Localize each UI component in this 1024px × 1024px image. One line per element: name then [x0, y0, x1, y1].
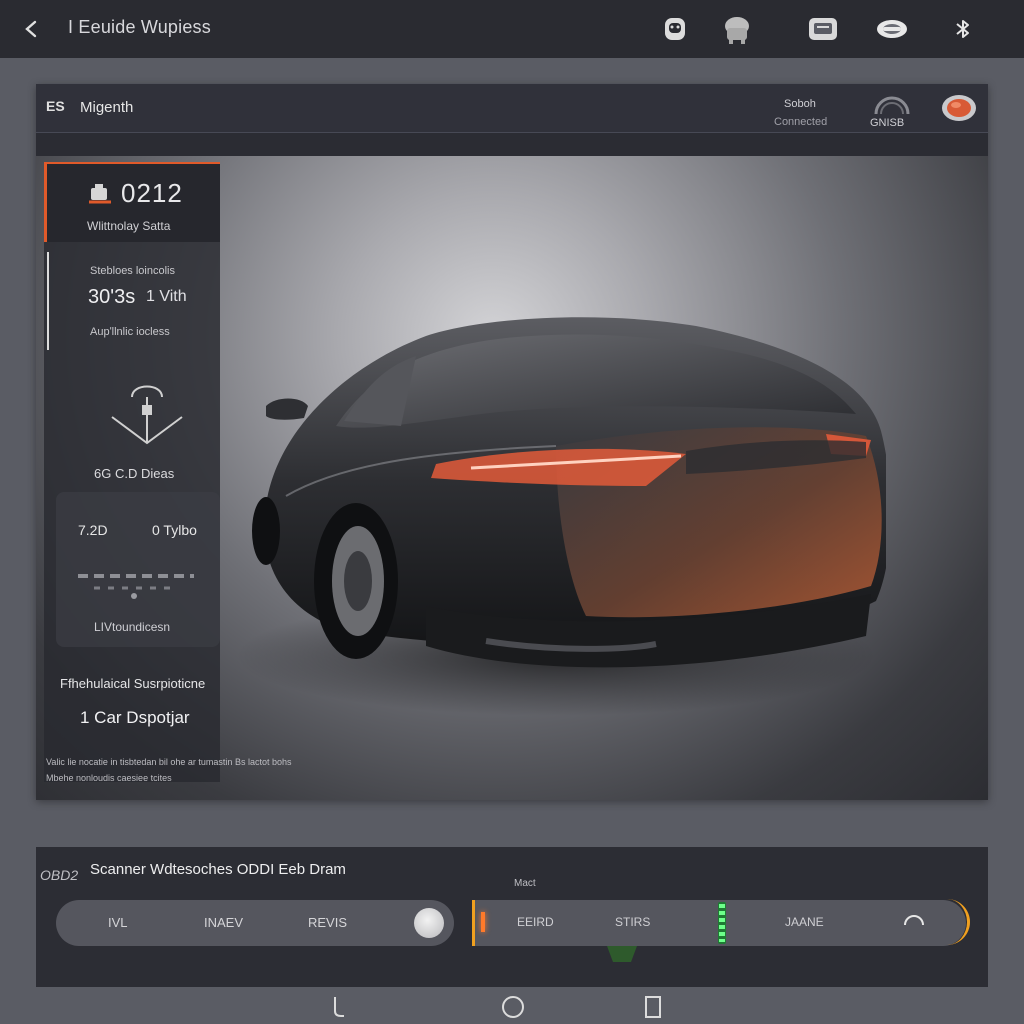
sensor-probe-icon [111, 385, 183, 445]
recents-icon [645, 996, 661, 1018]
connection-status-sub: Connected [774, 116, 828, 128]
gear-option[interactable]: REVIS [308, 915, 347, 930]
home-icon [502, 996, 524, 1018]
gear-selector-knob[interactable] [414, 908, 444, 938]
back-nav-button[interactable] [326, 994, 352, 1020]
system-nav-bar [0, 990, 1024, 1024]
fault-code-card[interactable]: 0212 Wlittnolay Satta [44, 162, 220, 242]
arc-icon[interactable] [903, 912, 925, 926]
car-render [236, 317, 886, 716]
readout-caption: LIVtoundicesn [94, 620, 171, 634]
bluetooth-icon [956, 20, 969, 38]
arrow-left-icon [25, 20, 37, 38]
gear-option[interactable]: INAEV [204, 915, 243, 930]
metric-subtitle: Aupʹllnlic iocless [90, 326, 170, 338]
panel-header: ES Migenth Soboh Connected GNISB [36, 84, 988, 133]
mode-status-bar[interactable]: EEIRD STIRS JAANE [472, 899, 970, 962]
scanner-title: Scanner Wdtesoches ODDI Eeb Dram [90, 861, 346, 878]
sensor-label: 6G C.D Dieas [94, 466, 175, 481]
dashboard-button[interactable] [720, 12, 754, 46]
back-gesture-icon [334, 997, 344, 1017]
mode-bar-edge [943, 899, 970, 945]
readout-card[interactable]: 7.2D 0 Tylbo LIVtoundicesn [56, 492, 220, 647]
car-display-label: 1 Car Dspotjar [80, 708, 190, 727]
brand-name: Migenth [80, 99, 134, 116]
gauge-icon [877, 20, 907, 38]
android-icon [665, 18, 685, 40]
mode-caption: Mact [514, 878, 536, 889]
gauge-label: GNISB [870, 117, 905, 129]
mode-label: JAANE [785, 915, 824, 929]
mode-label: STIRS [615, 915, 651, 929]
bluetooth-button[interactable] [946, 12, 980, 46]
level-indicator-icon [718, 902, 726, 944]
fault-code: 0212 [121, 178, 183, 208]
metric-secondary: 1 Vith [146, 288, 187, 305]
footnote-line-1: Valic lie nocatie in tisbtedan bil ohe a… [46, 757, 292, 767]
obd-connector-icon [607, 946, 637, 962]
obd-logo: OBD2 [40, 867, 79, 883]
main-panel: ES Migenth Soboh Connected GNISB 0212 Wl… [36, 84, 988, 800]
vehicle-viewport: 0212 Wlittnolay Satta Stebloes loincolis… [36, 156, 988, 800]
alert-badge-icon[interactable] [941, 93, 977, 123]
print-button[interactable] [806, 12, 840, 46]
scanner-control-panel: OBD2 Scanner Wdtesoches ODDI Eeb Dram Ma… [36, 847, 988, 987]
app-title: I Eeuide Wupiess [68, 17, 211, 37]
footnote-line-2: Mbehe nonloudis caesiee tcites [46, 773, 172, 783]
readout-value: 7.2D [78, 522, 108, 538]
signal-graph-icon [78, 574, 194, 599]
connection-status-title: Soboh [784, 98, 816, 110]
car-dashboard-icon [725, 17, 749, 44]
android-button[interactable] [658, 12, 692, 46]
gear-option[interactable]: IVL [108, 915, 128, 930]
mode-label: EEIRD [517, 915, 554, 929]
gauge-button[interactable] [875, 12, 909, 46]
brand-logo: ES [46, 98, 65, 114]
warning-led [481, 912, 485, 932]
fault-code-caption: Wlittnolay Satta [87, 219, 171, 233]
engine-icon [89, 184, 111, 204]
top-app-bar: I Eeuide Wupiess [0, 0, 1024, 58]
description-title: Ffhehulaical Susrpioticne [60, 676, 206, 691]
recents-nav-button[interactable] [640, 994, 666, 1020]
readout-unit: 0 Tylbo [152, 522, 197, 538]
printer-icon [809, 18, 837, 40]
metric-section-label: Stebloes loincolis [90, 265, 175, 277]
home-nav-button[interactable] [500, 994, 526, 1020]
section-divider [47, 252, 49, 350]
speedometer-icon[interactable] [872, 94, 912, 116]
metric-primary: 30ʹ3s [88, 286, 136, 308]
gear-selector[interactable]: IVL INAEV REVIS [56, 900, 454, 946]
back-button[interactable] [18, 14, 46, 44]
